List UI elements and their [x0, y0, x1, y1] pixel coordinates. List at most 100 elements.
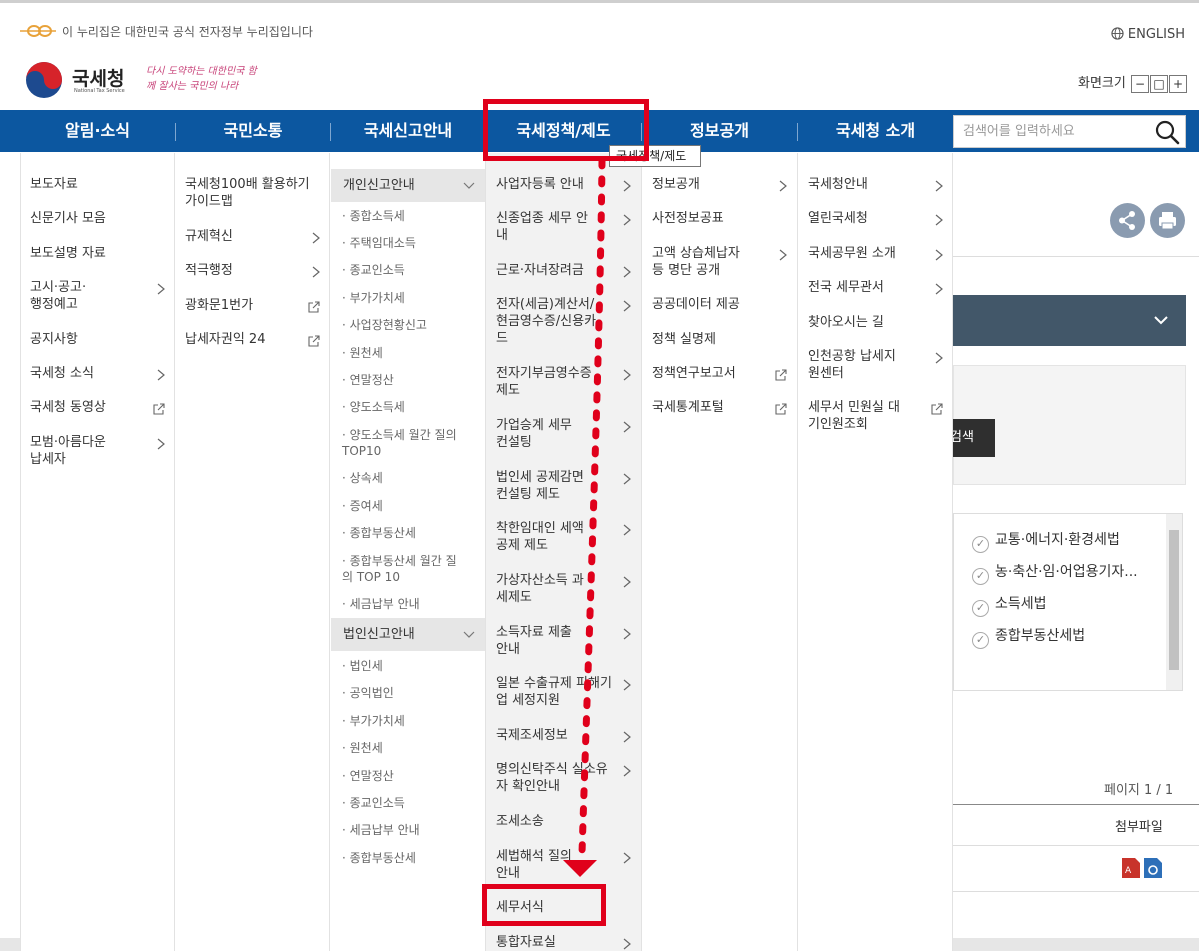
menu-item-gwanghwamun[interactable]: 광화문1번가	[185, 297, 305, 314]
search-input[interactable]	[954, 116, 1144, 147]
menu-item-officials[interactable]: 국세공무원 소개	[808, 245, 928, 262]
scrollbar[interactable]	[1166, 514, 1182, 690]
chevron-right-icon	[623, 938, 631, 950]
nav-tax-filing[interactable]: 국세신고안내	[331, 110, 485, 152]
menu-item-guide-map[interactable]: 국세청100배 활용하기 가이드맵	[185, 176, 320, 210]
submenu-label: 사업장현황신고	[349, 318, 427, 332]
submenu-item[interactable]: · 주택임대소득	[342, 235, 472, 251]
submenu-item[interactable]: · 연말정산	[342, 372, 472, 388]
search-submit-button[interactable]: 검색	[946, 419, 995, 457]
menu-item-nts-video[interactable]: 국세청 동영상	[30, 399, 150, 416]
menu-item-regulation-reform[interactable]: 규제혁신	[185, 228, 305, 245]
nav-news[interactable]: 알림·소식	[20, 110, 175, 152]
external-link-icon	[308, 301, 320, 313]
slogan: 다시 도약하는 대한민국 함께 잘사는 국민의 나라	[146, 66, 257, 92]
submenu-item[interactable]: · 양도소득세 월간 질의 TOP10	[342, 427, 472, 459]
chevron-right-icon	[312, 232, 320, 244]
menu-item-policy-real-name[interactable]: 정책 실명제	[652, 331, 772, 348]
law-check-item[interactable]: ✓ 농·축산·임·어업용기자...	[972, 561, 1138, 585]
submenu-label: 종교인소득	[349, 263, 405, 277]
table-top-line	[953, 804, 1199, 805]
personal-filing-header[interactable]: 개인신고안내	[331, 169, 485, 202]
menu-item-tax-offices[interactable]: 전국 세무관서	[808, 279, 928, 296]
submenu-item[interactable]: · 사업장현황신고	[342, 317, 472, 333]
divider	[953, 891, 1199, 892]
font-reset-button[interactable]: □	[1150, 74, 1168, 93]
submenu-item[interactable]: · 법인세	[342, 658, 472, 674]
org-sub: National Tax Service	[74, 88, 125, 94]
divider	[953, 256, 1199, 257]
external-link-icon	[308, 335, 320, 347]
submenu-item[interactable]: · 세금납부 안내	[342, 822, 472, 838]
corporate-filing-header[interactable]: 법인신고안내	[331, 618, 485, 651]
external-link-icon	[775, 369, 787, 381]
submenu-item[interactable]: · 종합소득세	[342, 208, 472, 224]
menu-item-statistics-portal[interactable]: 국세통계포털	[652, 399, 772, 416]
law-check-label: 농·축산·임·어업용기자...	[995, 564, 1138, 580]
submenu-label: 증여세	[349, 499, 383, 513]
submenu-item[interactable]: · 세금납부 안내	[342, 596, 472, 612]
menu-item-nts-news[interactable]: 국세청 소식	[30, 365, 150, 382]
menu-item-wait-count[interactable]: 세무서 민원실 대기인원조회	[808, 399, 908, 433]
menu-item-exemplary-taxpayer[interactable]: 모범·아름다운 납세자	[30, 434, 120, 468]
submenu-label: 종교인소득	[349, 796, 405, 810]
submenu-label: 부가가치세	[349, 714, 405, 728]
gov-notice: 이 누리집은 대한민국 공식 전자정부 누리집입니다	[18, 23, 313, 40]
menu-item-press-release[interactable]: 보도자료	[30, 176, 150, 193]
english-label: ENGLISH	[1127, 27, 1185, 42]
menu-item-open-nts[interactable]: 열린국세청	[808, 210, 928, 227]
submenu-item[interactable]: · 공익법인	[342, 685, 472, 701]
menu-item-integrated-archive[interactable]: 통합자료실	[496, 934, 596, 951]
annotation-arrow-icon	[563, 157, 606, 877]
search-box	[953, 115, 1186, 148]
menu-item-research-reports[interactable]: 정책연구보고서	[652, 365, 772, 382]
font-larger-button[interactable]: +	[1169, 74, 1187, 93]
menu-item-incheon-airport[interactable]: 인천공항 납세지원센터	[808, 348, 898, 382]
menu-item-delinquent-list[interactable]: 고액 상습체납자 등 명단 공개	[652, 245, 752, 279]
search-icon[interactable]	[1153, 119, 1181, 145]
nts-logo[interactable]: 국세청 National Tax Service 다시 도약하는 대한민국 함께…	[24, 60, 274, 104]
menu-item-info-disclosure[interactable]: 정보공개	[652, 176, 772, 193]
submenu-item[interactable]: · 증여세	[342, 498, 472, 514]
share-button[interactable]	[1110, 203, 1145, 238]
nav-about[interactable]: 국세청 소개	[798, 110, 953, 152]
english-link[interactable]: ENGLISH	[1111, 27, 1185, 42]
nav-communication[interactable]: 국민소통	[176, 110, 330, 152]
submenu-item[interactable]: · 원천세	[342, 740, 472, 756]
law-check-label: 소득세법	[995, 596, 1047, 612]
menu-item-public-data[interactable]: 공공데이터 제공	[652, 296, 772, 313]
submenu-item[interactable]: · 원천세	[342, 345, 472, 361]
submenu-item[interactable]: · 부가가치세	[342, 290, 472, 306]
menu-item-nts-guide[interactable]: 국세청안내	[808, 176, 928, 193]
menu-item-news-articles[interactable]: 신문기사 모음	[30, 210, 150, 227]
submenu-item[interactable]: · 종합부동산세 월간 질의 TOP 10	[342, 553, 457, 585]
submenu-item[interactable]: · 부가가치세	[342, 713, 472, 729]
law-check-item[interactable]: ✓ 소득세법	[972, 593, 1047, 617]
category-dropdown[interactable]	[953, 295, 1186, 346]
submenu-item[interactable]: · 연말정산	[342, 768, 472, 784]
submenu-label: 부가가치세	[349, 291, 405, 305]
menu-item-directions[interactable]: 찾아오시는 길	[808, 314, 928, 331]
submenu-item[interactable]: · 상속세	[342, 470, 472, 486]
menu-item-taxpayer-rights[interactable]: 납세자권익 24	[185, 331, 305, 348]
law-check-item[interactable]: ✓ 종합부동산세법	[972, 625, 1085, 649]
font-smaller-button[interactable]: −	[1131, 74, 1149, 93]
submenu-label: 양도소득세 월간 질의 TOP10	[342, 428, 457, 458]
submenu-item[interactable]: · 종교인소득	[342, 262, 472, 278]
font-size-control: 화면크기 − □ +	[1078, 72, 1187, 93]
menu-item-press-explanation[interactable]: 보도설명 자료	[30, 245, 150, 262]
menu-item-notices[interactable]: 고시·공고·행정예고	[30, 279, 92, 313]
pdf-file-icon[interactable]: A	[1122, 858, 1140, 878]
scrollbar-thumb[interactable]	[1169, 530, 1179, 670]
print-button[interactable]	[1150, 203, 1185, 238]
submenu-item[interactable]: · 종교인소득	[342, 795, 472, 811]
submenu-item[interactable]: · 종합부동산세	[342, 850, 472, 866]
law-check-item[interactable]: ✓ 교통·에너지·환경세법	[972, 529, 1120, 553]
submenu-item[interactable]: · 양도소득세	[342, 399, 472, 415]
menu-item-proactive-admin[interactable]: 적극행정	[185, 262, 305, 279]
menu-item-pre-disclosure[interactable]: 사전정보공표	[652, 210, 772, 227]
hwp-file-icon[interactable]	[1144, 858, 1162, 878]
submenu-item[interactable]: · 종합부동산세	[342, 525, 472, 541]
law-check-label: 교통·에너지·환경세법	[995, 532, 1120, 548]
menu-item-announcements[interactable]: 공지사항	[30, 331, 150, 348]
